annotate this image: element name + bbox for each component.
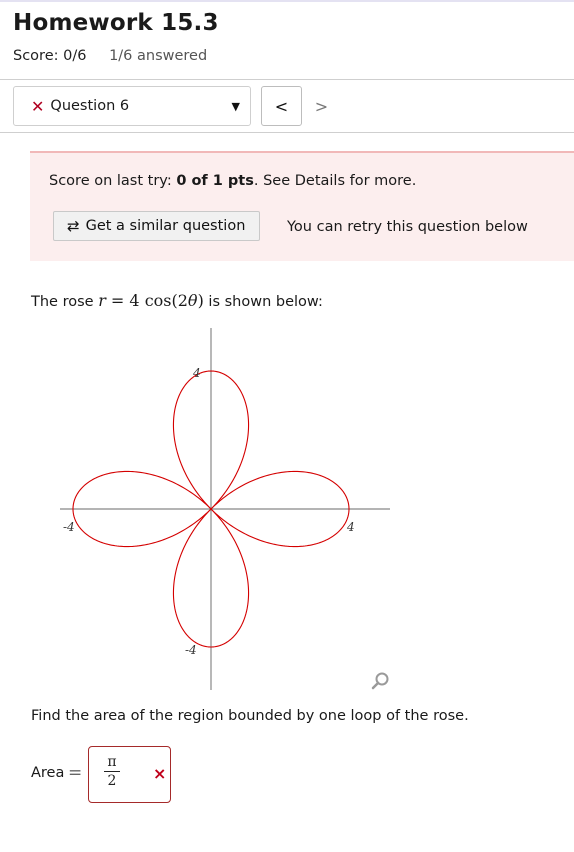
tick-label-right: 4 xyxy=(346,520,355,534)
equals-sign: = xyxy=(68,763,83,783)
tick-label-top: 4 xyxy=(192,366,201,380)
answer-label: Area xyxy=(31,765,65,781)
question-text: Find the area of the region bounded by o… xyxy=(31,708,469,724)
tick-label-left: -4 xyxy=(63,520,75,534)
incorrect-icon: × xyxy=(153,764,167,783)
rose-graph: 4 -4 -4 4 xyxy=(60,328,390,690)
answer-denominator: 2 xyxy=(107,773,117,789)
magnify-icon[interactable] xyxy=(371,671,391,691)
answer-numerator: π xyxy=(107,754,117,770)
tick-label-bottom: -4 xyxy=(185,643,197,657)
answer-fraction: π 2 xyxy=(104,754,120,789)
fraction-bar xyxy=(104,771,120,772)
area-answer-input[interactable]: π 2 × xyxy=(88,746,171,803)
